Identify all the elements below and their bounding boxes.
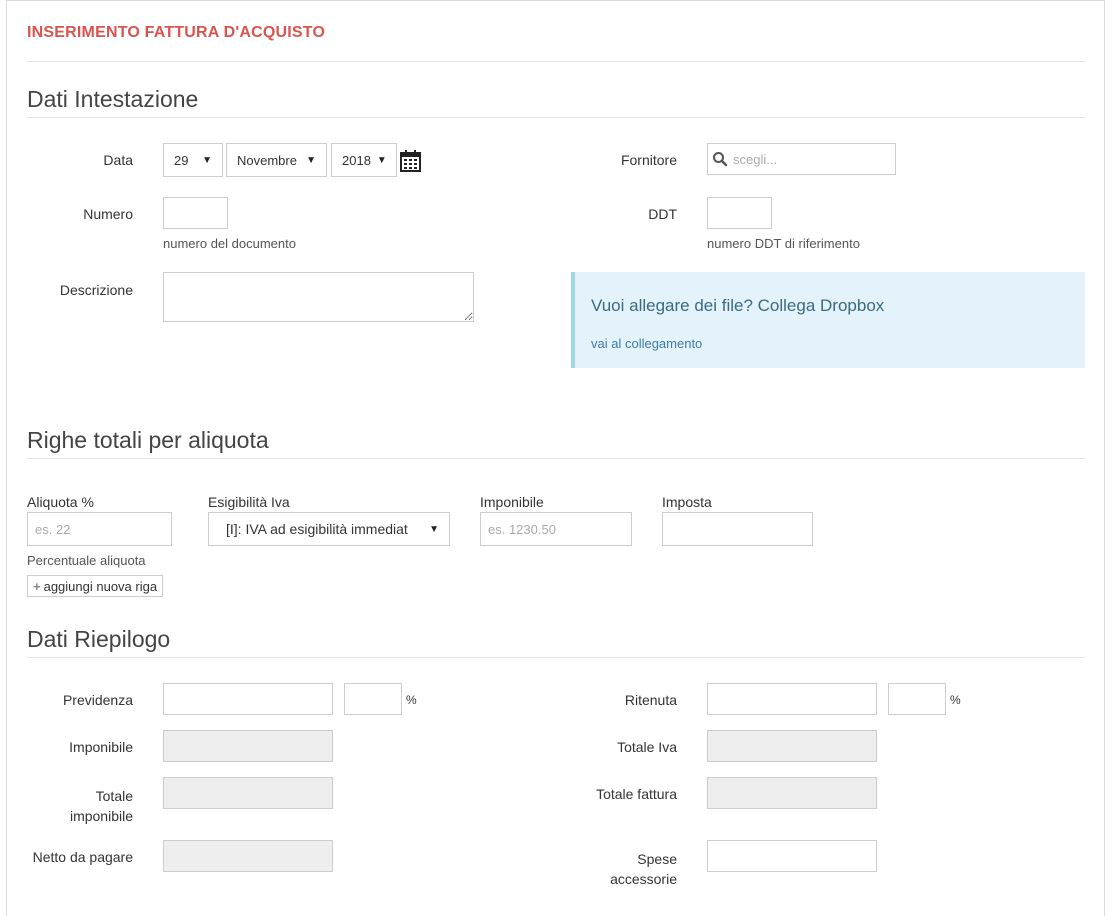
aliquota-help: Percentuale aliquota <box>27 553 146 568</box>
dropbox-link[interactable]: vai al collegamento <box>591 336 702 351</box>
add-row-button[interactable]: + aggiungi nuova riga <box>27 575 164 597</box>
year-select[interactable]: 2018 ▼ <box>331 143 397 177</box>
numero-label: Numero <box>83 206 133 222</box>
netto-field <box>163 840 333 872</box>
section-title-riepilogo: Dati Riepilogo <box>27 626 171 652</box>
ritenuta-percent-input[interactable] <box>888 683 946 715</box>
aliquota-label: Aliquota % <box>27 494 94 510</box>
totale-fattura-label: Totale fattura <box>596 786 677 802</box>
fornitore-input[interactable] <box>730 145 890 173</box>
totale-imponibile-label: Totale imponibile <box>30 786 133 826</box>
ritenuta-input[interactable] <box>707 683 877 715</box>
totale-iva-label: Totale Iva <box>617 739 677 755</box>
imposta-label: Imposta <box>662 494 712 510</box>
caret-down-icon: ▼ <box>306 154 316 166</box>
ddt-input[interactable] <box>707 197 772 229</box>
esigibilita-value: [I]: IVA ad esigibilità immediat <box>226 521 408 537</box>
previdenza-percent-input[interactable] <box>344 683 402 715</box>
search-icon <box>713 152 728 167</box>
numero-help: numero del documento <box>163 236 296 251</box>
netto-label: Netto da pagare <box>32 849 133 865</box>
spese-label-line2: accessorie <box>610 871 677 887</box>
totale-fattura-field <box>707 777 877 809</box>
ddt-label: DDT <box>648 206 677 222</box>
totale-imponibile-label-line2: imponibile <box>69 808 133 824</box>
add-row-label: aggiungi nuova riga <box>43 578 158 594</box>
descrizione-label: Descrizione <box>59 282 133 298</box>
dropbox-info-box: Vuoi allegare dei file? Collega Dropbox … <box>571 272 1085 368</box>
divider <box>27 458 1085 459</box>
section-title-righe: Righe totali per aliquota <box>27 427 269 453</box>
section-title-intestazione: Dati Intestazione <box>27 86 199 112</box>
totale-iva-field <box>707 730 877 762</box>
previdenza-label: Previdenza <box>62 692 133 708</box>
numero-input[interactable] <box>163 197 228 229</box>
fornitore-label: Fornitore <box>620 152 677 168</box>
fornitore-search[interactable] <box>707 143 896 175</box>
ddt-help: numero DDT di riferimento <box>707 236 860 251</box>
day-value: 29 <box>174 152 189 168</box>
imponibile-input[interactable] <box>480 512 632 546</box>
previdenza-input[interactable] <box>163 683 333 715</box>
calendar-icon[interactable] <box>400 150 421 177</box>
month-select[interactable]: Novembre ▼ <box>226 143 327 177</box>
esigibilita-select[interactable]: [I]: IVA ad esigibilità immediat ▼ <box>208 512 450 546</box>
descrizione-textarea[interactable] <box>163 272 474 322</box>
totale-imponibile-label-line1: Totale <box>95 788 133 804</box>
spese-label-line1: Spese <box>637 851 677 867</box>
spese-input[interactable] <box>707 840 877 872</box>
ritenuta-label: Ritenuta <box>624 692 677 708</box>
dropbox-title: Vuoi allegare dei file? Collega Dropbox <box>591 296 885 315</box>
caret-down-icon: ▼ <box>429 523 439 535</box>
aliquota-input[interactable] <box>27 512 172 546</box>
day-select[interactable]: 29 ▼ <box>163 143 223 177</box>
totale-imponibile-field <box>163 777 333 809</box>
spese-label: Spese accessorie <box>560 849 677 889</box>
plus-icon: + <box>33 578 41 594</box>
percent-label: % <box>950 693 961 707</box>
imponibile-summary-label: Imponibile <box>69 739 133 755</box>
imponibile-summary-field <box>163 730 333 762</box>
imponibile-label: Imponibile <box>480 494 544 510</box>
imposta-input[interactable] <box>662 512 813 546</box>
page-title: INSERIMENTO FATTURA D'ACQUISTO <box>27 24 326 41</box>
divider <box>27 61 1085 62</box>
esigibilita-label: Esigibilità Iva <box>208 494 290 510</box>
caret-down-icon: ▼ <box>376 154 387 166</box>
divider <box>27 657 1085 658</box>
caret-down-icon: ▼ <box>202 154 212 166</box>
divider <box>27 117 1085 118</box>
percent-label: % <box>406 693 417 707</box>
month-value: Novembre <box>237 152 297 168</box>
year-value: 2018 <box>342 152 371 168</box>
data-label: Data <box>103 152 133 168</box>
